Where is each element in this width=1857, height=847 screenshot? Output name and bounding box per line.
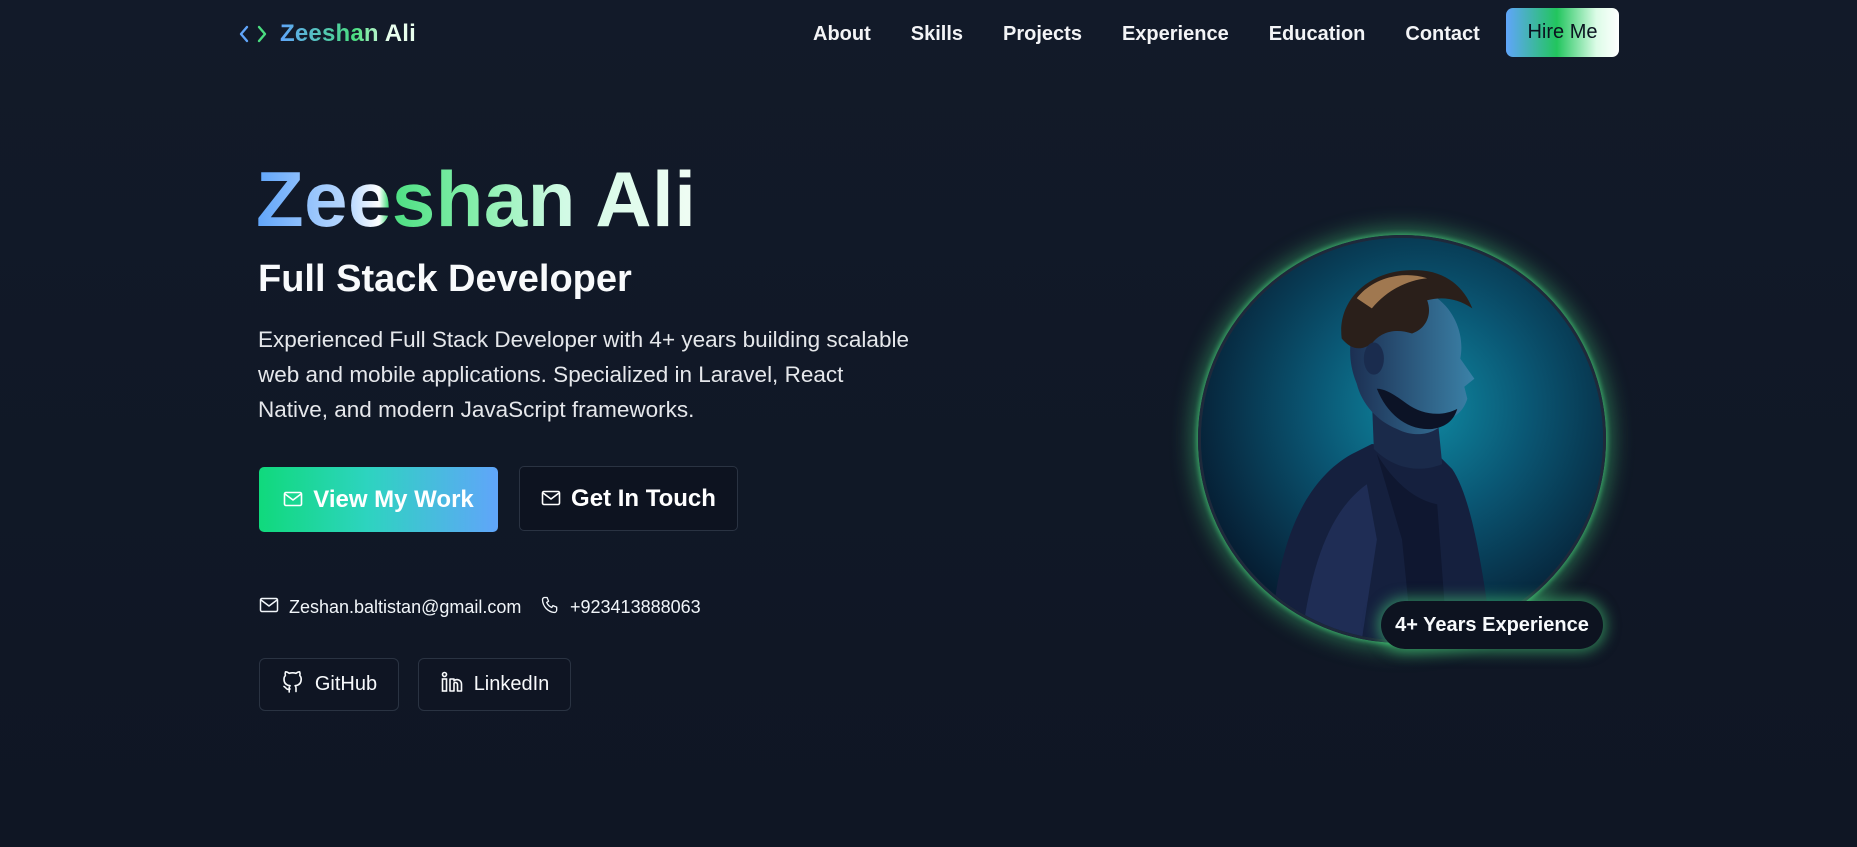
code-brackets-icon <box>238 22 270 46</box>
nav-link-about[interactable]: About <box>813 23 871 46</box>
phone-text: +923413888063 <box>570 596 701 617</box>
profile-avatar <box>1198 235 1606 643</box>
mail-icon <box>283 486 303 514</box>
linkedin-button[interactable]: LinkedIn <box>418 658 571 711</box>
experience-badge: 4+ Years Experience <box>1381 601 1603 649</box>
mail-icon <box>541 485 561 513</box>
github-label: GitHub <box>314 673 378 695</box>
hero-name: Zeeshan Ali <box>256 155 697 243</box>
navbar: Zeeshan Ali About Skills Projects Experi… <box>0 0 1857 66</box>
phone-contact[interactable]: +923413888063 <box>540 594 701 620</box>
view-my-work-label: View My Work <box>313 485 474 513</box>
nav-link-education[interactable]: Education <box>1269 23 1366 46</box>
hero-description: Experienced Full Stack Developer with 4+… <box>258 327 909 422</box>
linkedin-icon <box>440 670 464 700</box>
nav-links: About Skills Projects Experience Educati… <box>813 20 1480 48</box>
profile-illustration <box>1201 238 1603 640</box>
view-my-work-button[interactable]: View My Work <box>259 467 498 532</box>
nav-link-projects[interactable]: Projects <box>1003 23 1082 46</box>
nav-link-contact[interactable]: Contact <box>1405 23 1479 46</box>
logo-text: Zeeshan Ali <box>280 20 417 47</box>
github-icon <box>281 670 305 700</box>
nav-link-experience[interactable]: Experience <box>1122 23 1229 46</box>
nav-link-skills[interactable]: Skills <box>911 23 963 46</box>
logo[interactable]: Zeeshan Ali <box>238 18 416 50</box>
email-contact[interactable]: Zeshan.baltistan@gmail.com <box>259 594 521 620</box>
hire-me-button[interactable]: Hire Me <box>1506 8 1619 57</box>
phone-icon <box>540 595 560 620</box>
hero-role: Full Stack Developer <box>258 258 632 300</box>
get-in-touch-button[interactable]: Get In Touch <box>519 466 738 531</box>
email-text: Zeshan.baltistan@gmail.com <box>289 596 522 617</box>
linkedin-label: LinkedIn <box>473 673 550 695</box>
github-button[interactable]: GitHub <box>259 658 399 711</box>
mail-icon <box>259 597 279 618</box>
get-in-touch-label: Get In Touch <box>571 484 716 512</box>
